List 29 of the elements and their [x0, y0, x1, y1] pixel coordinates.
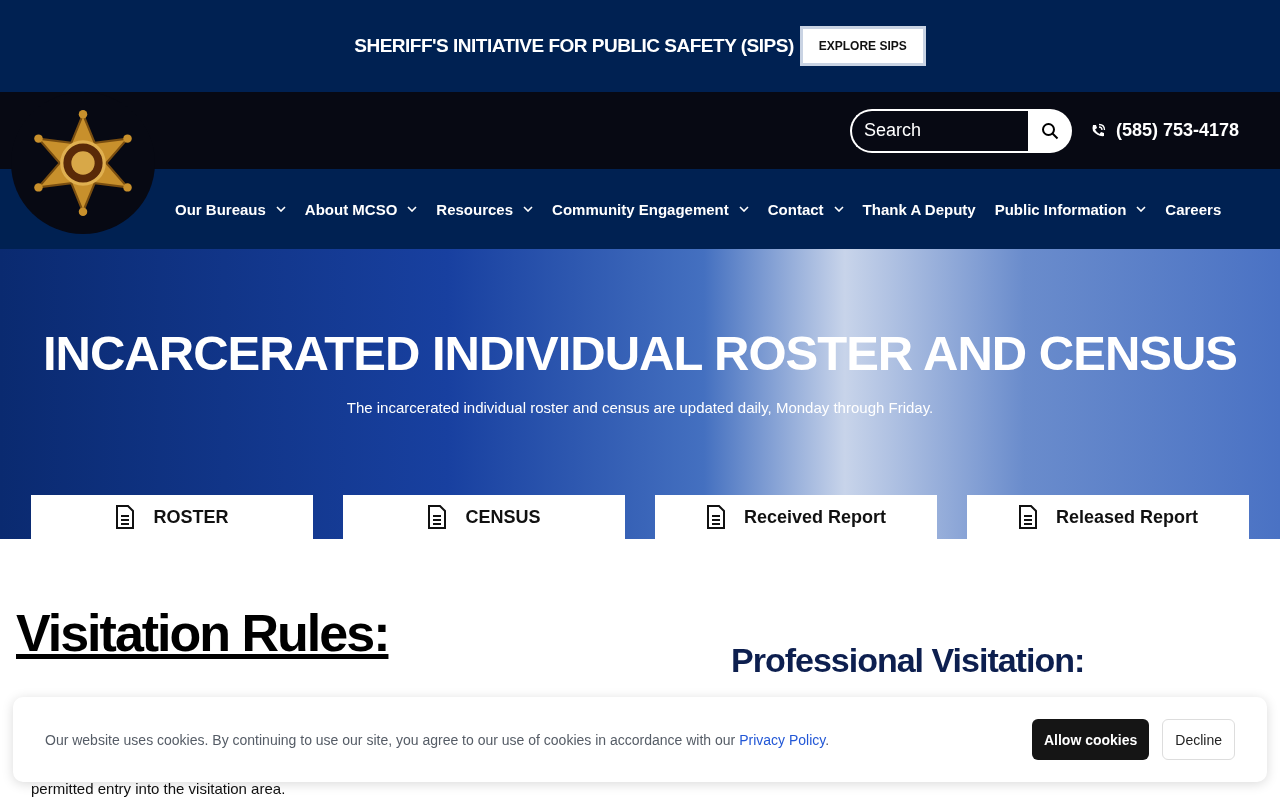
nav-link[interactable]: Our Bureaus	[175, 200, 286, 218]
body-text: permitted entry into the visitation area.	[31, 781, 287, 797]
nav-link[interactable]: Resources	[436, 200, 534, 218]
allow-cookies-button[interactable]: Allow cookies	[1031, 719, 1150, 760]
report-tab[interactable]: ROSTER	[31, 495, 313, 539]
nav-link[interactable]: Public Information	[994, 200, 1147, 218]
report-tab[interactable]: CENSUS	[343, 495, 625, 539]
hero-subtitle: The incarcerated individual roster and census are updated daily, Monday through Friday.	[346, 399, 934, 416]
document-icon	[115, 505, 136, 529]
promo-text: SHERIFF'S INITIATIVE FOR PUBLIC SAFETY (SIPS)	[354, 35, 794, 57]
decline-button[interactable]: Decline	[1162, 719, 1235, 760]
document-icon	[1017, 505, 1038, 529]
section-heading: Professional Visitation:	[731, 641, 1085, 680]
nav-link[interactable]: Contact	[767, 200, 844, 218]
cookie-text: Our website uses cookies. By continuing to use our site, you agree to our use of cookies in accordance with our Privacy Policy.	[45, 731, 831, 748]
search-field[interactable]: Search	[849, 108, 1028, 153]
report-tab[interactable]: Released Report	[967, 495, 1249, 539]
search-icon	[1040, 121, 1059, 140]
nav-link[interactable]: Community Engagement	[552, 200, 749, 218]
document-icon	[427, 505, 448, 529]
nav-link[interactable]: Careers	[1165, 200, 1222, 218]
phone-link[interactable]: (585) 753-4178	[1115, 120, 1239, 141]
section-heading: Visitation Rules:	[16, 603, 390, 663]
explore-button[interactable]: EXPLORE SIPS	[799, 26, 926, 66]
nav-link[interactable]: About MCSO	[304, 200, 418, 218]
nav-link[interactable]: Thank A Deputy	[862, 200, 976, 218]
search-button[interactable]	[1027, 108, 1072, 153]
document-icon	[705, 505, 726, 529]
report-tab[interactable]: Received Report	[655, 495, 937, 539]
